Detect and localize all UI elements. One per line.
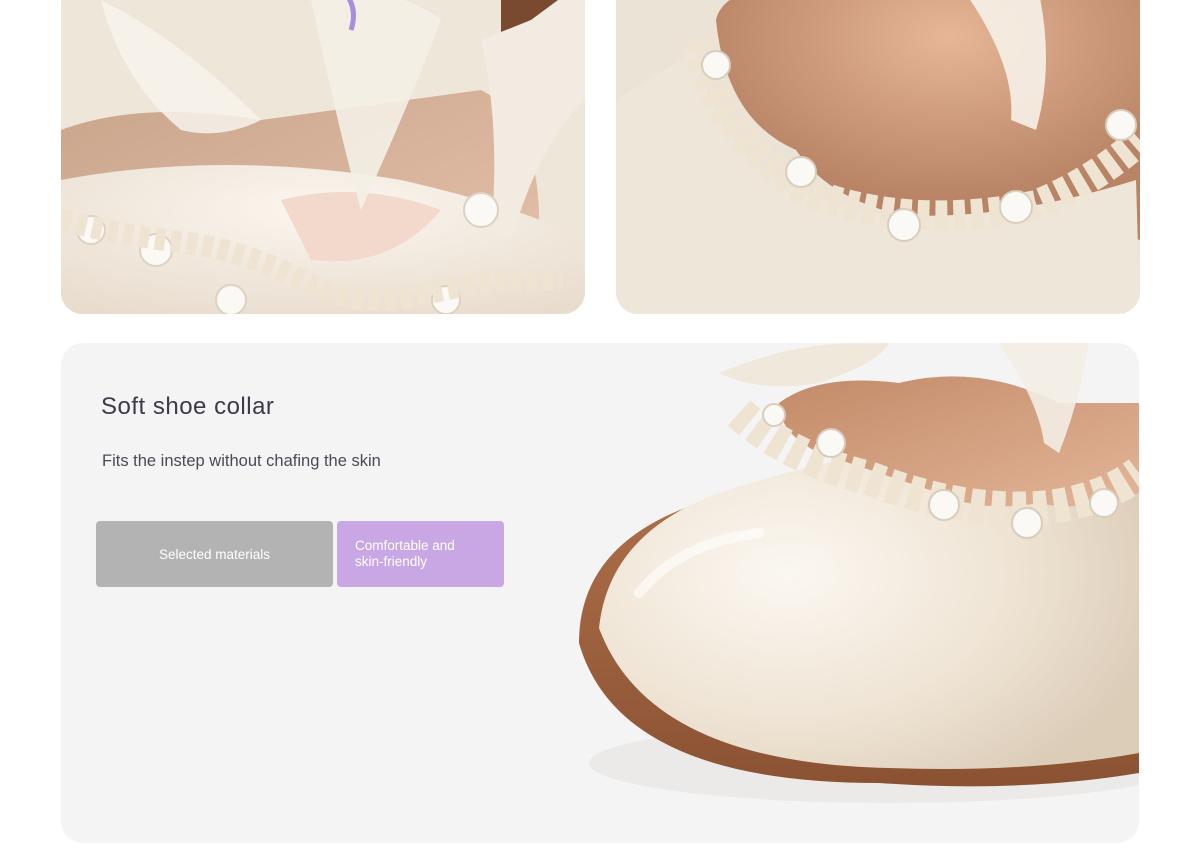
shoe-detail-photo-2 (616, 0, 1140, 314)
tag-label: Comfortable and skin-friendly (355, 538, 455, 569)
feature-subtitle: Fits the instep without chafing the skin (102, 452, 381, 470)
feature-panel: Soft shoe collar Fits the instep without… (61, 343, 1139, 843)
shoe-detail-photo-1 (61, 0, 585, 314)
tag-selected-materials: Selected materials (96, 521, 333, 587)
feature-title: Soft shoe collar (101, 393, 275, 420)
shoe-toe-photo (579, 343, 1139, 803)
tag-comfortable-skin-friendly: Comfortable and skin-friendly (337, 521, 504, 587)
tag-label: Selected materials (158, 546, 271, 562)
